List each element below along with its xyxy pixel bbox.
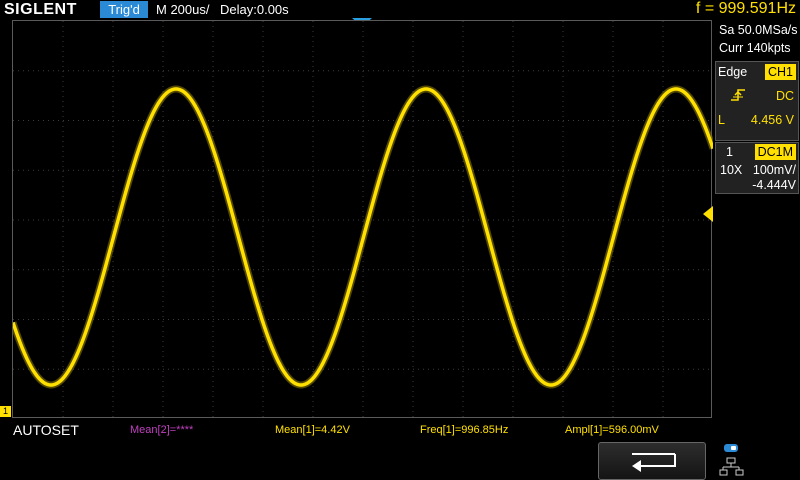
trigger-level-marker-icon[interactable]	[703, 206, 713, 222]
softkey-menu	[0, 442, 800, 480]
measurement-mean-ch1: Mean[1]=4.42V	[275, 424, 350, 436]
measurement-freq-ch1: Freq[1]=996.85Hz	[420, 424, 509, 436]
trigger-panel[interactable]: Edge CH1 DC L 4.456 V	[715, 61, 799, 141]
right-info-panel: Sa 50.0MSa/s Curr 140kpts Edge CH1 DC L …	[713, 20, 800, 418]
trigger-coupling: DC	[775, 89, 794, 103]
timebase-readout[interactable]: M 200us/	[156, 2, 209, 17]
sample-rate: Sa 50.0MSa/s	[719, 23, 798, 37]
waveform-display[interactable]	[12, 20, 713, 418]
trigger-source: CH1	[764, 64, 796, 80]
rising-edge-icon	[731, 89, 745, 101]
top-status-bar: SIGLENT Trig'd M 200us/ Delay:0.00s f = …	[0, 0, 800, 20]
measurement-mean-ch2: Mean[2]=****	[130, 424, 194, 436]
vertical-offset: -4.444V	[752, 178, 796, 192]
trigger-status-badge: Trig'd	[100, 1, 148, 18]
trigger-level-prefix: L	[718, 113, 725, 127]
trigger-type: Edge	[718, 65, 748, 79]
autoset-label: AUTOSET	[13, 422, 79, 438]
brand-logo: SIGLENT	[4, 1, 77, 18]
measurement-bar: AUTOSET Mean[2]=**** Mean[1]=4.42V Freq[…	[0, 418, 800, 442]
network-icon[interactable]	[718, 442, 748, 480]
ch1-waveform	[13, 85, 713, 389]
back-button[interactable]	[598, 442, 706, 480]
memory-depth: Curr 140kpts	[719, 41, 791, 55]
vertical-scale: 100mV/	[752, 163, 796, 177]
waveform-trace	[13, 87, 713, 387]
channel-coupling: DC1M	[754, 144, 796, 160]
delay-readout[interactable]: Delay:0.00s	[220, 2, 289, 17]
channel1-panel[interactable]: 1 DC1M 10X 100mV/ -4.444V	[715, 142, 799, 194]
frequency-counter: f = 999.591Hz	[695, 0, 796, 17]
probe-attenuation: 10X	[720, 163, 743, 177]
measurement-ampl-ch1: Ampl[1]=596.00mV	[565, 424, 659, 436]
trigger-level: 4.456 V	[750, 113, 794, 127]
return-arrow-icon	[632, 453, 676, 472]
channel-number: 1	[726, 145, 733, 159]
ch1-ground-marker[interactable]: 1	[0, 406, 11, 417]
